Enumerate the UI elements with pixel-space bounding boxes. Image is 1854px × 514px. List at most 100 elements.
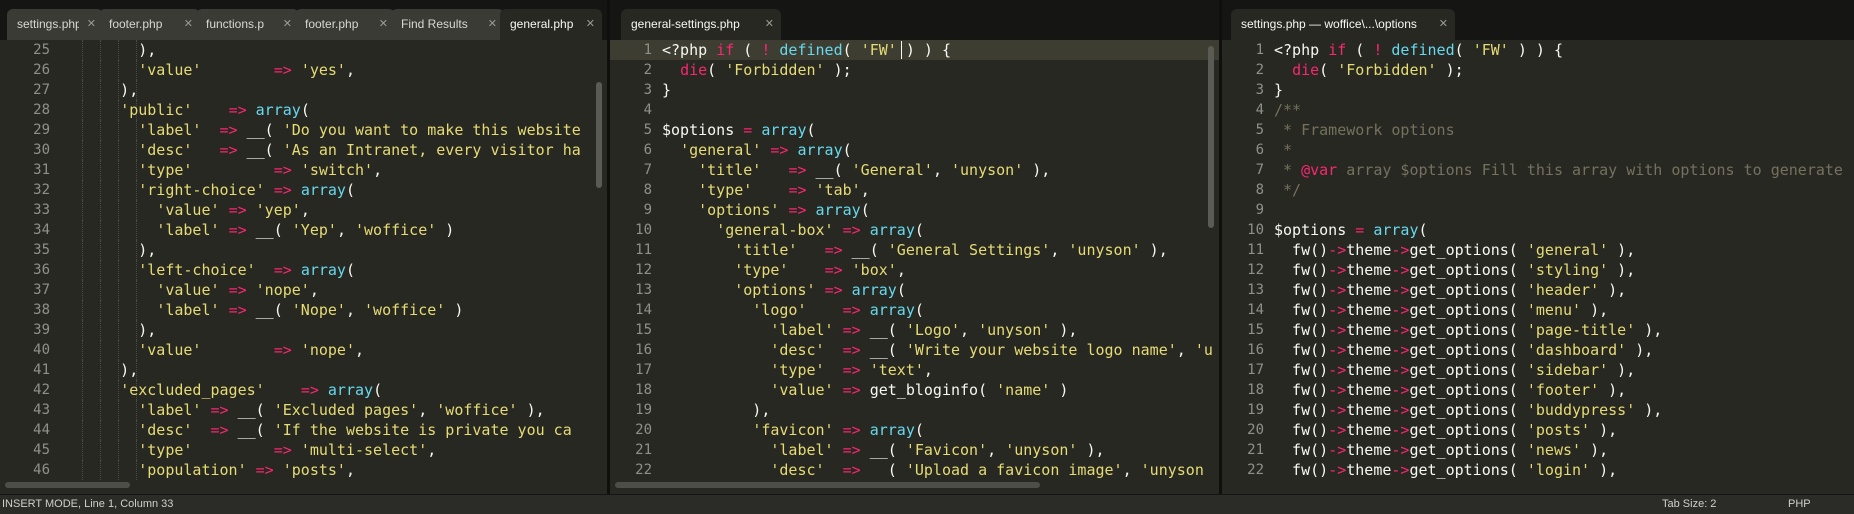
line-number: 11 bbox=[635, 242, 652, 258]
tab-0-3[interactable]: footer.php ✕ bbox=[295, 9, 395, 40]
code-token: 'general' bbox=[680, 141, 762, 159]
code-token: 'desc' bbox=[138, 141, 193, 159]
code-text: $options = array( bbox=[662, 120, 816, 140]
code-token: 'news' bbox=[1526, 441, 1582, 459]
code-text: */ bbox=[1274, 180, 1301, 200]
code-text: 'logo' => array( bbox=[662, 300, 924, 320]
code-token: theme bbox=[1346, 441, 1392, 459]
horizontal-scrollbar[interactable] bbox=[615, 482, 1040, 488]
tab-0-4[interactable]: Find Results ✕ bbox=[391, 9, 504, 40]
code-token: -> bbox=[1391, 461, 1410, 479]
code-token: 'unyson' bbox=[951, 161, 1024, 179]
code-token: ); bbox=[824, 61, 852, 79]
code-line: 39 ), bbox=[0, 320, 607, 340]
code-area[interactable]: 25 ), 26 'value' => 'yes', 27 ), 28 'public… bbox=[0, 40, 607, 494]
code-token: 'right-choice' bbox=[138, 181, 265, 199]
close-icon[interactable]: ✕ bbox=[586, 9, 595, 40]
code-token: 'desc' bbox=[770, 341, 825, 359]
close-icon[interactable]: ✕ bbox=[765, 9, 774, 40]
tab-0-5[interactable]: general.php ✕ bbox=[500, 9, 602, 40]
code-token: 'Do you want to make this website bbox=[282, 121, 581, 139]
code-line: 6 * bbox=[1222, 140, 1854, 160]
code-token: => bbox=[788, 201, 807, 219]
code-token: ( bbox=[860, 461, 906, 479]
code-line: 20 'favicon' => array( bbox=[610, 420, 1219, 440]
line-number: 3 bbox=[1255, 82, 1264, 98]
vertical-scrollbar[interactable] bbox=[1208, 46, 1214, 228]
vertical-scrollbar[interactable] bbox=[596, 82, 602, 188]
code-line: 16 'desc' => __( 'Write your website log… bbox=[610, 340, 1219, 360]
line-number: 13 bbox=[635, 282, 652, 298]
code-token: ), bbox=[66, 321, 157, 339]
code-token: ( bbox=[1454, 41, 1473, 59]
code-token: => bbox=[273, 181, 292, 199]
tab-0-1[interactable]: footer.php ✕ bbox=[99, 9, 200, 40]
code-token: theme bbox=[1346, 421, 1392, 439]
tab-0-0[interactable]: settings.php ✕ bbox=[7, 9, 103, 40]
code-token: 'left-choice' bbox=[138, 261, 256, 279]
line-number: 22 bbox=[1247, 462, 1264, 478]
code-text: fw()->theme->get_options( 'footer' ), bbox=[1274, 380, 1626, 400]
code-text: ), bbox=[66, 80, 138, 100]
code-line: 36 'left-choice' => array( bbox=[0, 260, 607, 280]
code-token: */ bbox=[1274, 181, 1302, 199]
tab-2-0[interactable]: settings.php — woffice\...\options ✕ bbox=[1231, 9, 1455, 40]
close-icon[interactable]: ✕ bbox=[379, 9, 388, 40]
code-token: , bbox=[345, 61, 355, 79]
code-token: 'type' bbox=[698, 181, 753, 199]
code-line: 45 'type' => 'multi-select', bbox=[0, 440, 607, 460]
code-token: , bbox=[355, 341, 365, 359]
code-area[interactable]: 1 <?php if ( ! defined( 'FW' ) ) {2 die( … bbox=[610, 40, 1219, 494]
horizontal-scrollbar[interactable] bbox=[5, 482, 130, 488]
code-token: ( bbox=[860, 201, 870, 219]
code-area[interactable]: 1 <?php if ( ! defined( 'FW' ) ) {2 die( … bbox=[1222, 40, 1854, 494]
line-number: 4 bbox=[1255, 102, 1264, 118]
code-token: 'general' bbox=[1526, 241, 1609, 259]
code-token: array bbox=[869, 221, 915, 239]
code-line: 4 /** bbox=[1222, 100, 1854, 120]
code-text: 'value' => 'nope', bbox=[66, 340, 364, 360]
code-line: 41 ), bbox=[0, 360, 607, 380]
code-line: 8 'type' => 'tab', bbox=[610, 180, 1219, 200]
code-token: fw() bbox=[1274, 461, 1329, 479]
code-text: * bbox=[1274, 140, 1292, 160]
code-token: ( bbox=[842, 41, 861, 59]
tab-1-0[interactable]: general-settings.php ✕ bbox=[621, 9, 781, 40]
code-token: => bbox=[273, 61, 292, 79]
close-icon[interactable]: ✕ bbox=[488, 9, 497, 40]
status-tab-size[interactable]: Tab Size: 2 bbox=[1662, 495, 1716, 514]
code-token: ), bbox=[66, 41, 157, 59]
code-line: 15 fw()->theme->get_options( 'page-title… bbox=[1222, 320, 1854, 340]
code-token: theme bbox=[1346, 341, 1392, 359]
close-icon[interactable]: ✕ bbox=[1439, 9, 1448, 40]
close-icon[interactable]: ✕ bbox=[87, 9, 96, 40]
tab-label: settings.php bbox=[17, 17, 79, 31]
code-token: 'value' bbox=[138, 61, 202, 79]
code-token: 'type' bbox=[770, 361, 825, 379]
status-syntax[interactable]: PHP bbox=[1788, 495, 1811, 514]
close-icon[interactable]: ✕ bbox=[283, 9, 292, 40]
line-number: 19 bbox=[1247, 402, 1264, 418]
code-token: 'login' bbox=[1526, 461, 1591, 479]
code-line: 10 $options = array( bbox=[1222, 220, 1854, 240]
tab-0-2[interactable]: functions.p ✕ bbox=[196, 9, 299, 40]
code-token: array bbox=[255, 101, 301, 119]
code-token: 'favicon' bbox=[752, 421, 834, 439]
code-line: 32 'right-choice' => array( bbox=[0, 180, 607, 200]
code-token: 'woffice' bbox=[355, 221, 437, 239]
code-token: } bbox=[662, 81, 672, 99]
line-number: 21 bbox=[1247, 442, 1264, 458]
close-icon[interactable]: ✕ bbox=[184, 9, 193, 40]
line-number: 14 bbox=[1247, 302, 1264, 318]
code-token: 'public' bbox=[120, 101, 193, 119]
code-token: => bbox=[824, 261, 843, 279]
